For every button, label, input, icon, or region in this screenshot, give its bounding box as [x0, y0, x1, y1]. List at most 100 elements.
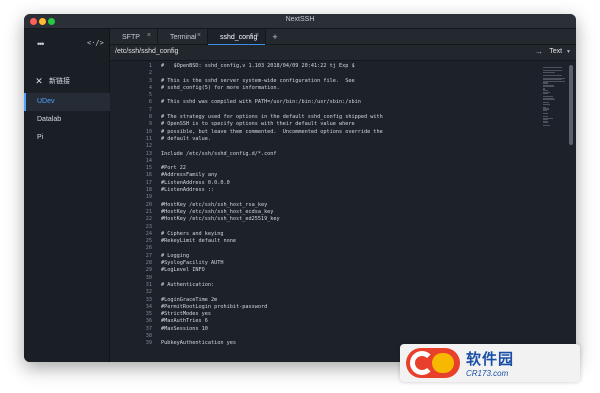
code-line[interactable]: 1 # $OpenBSD: sshd_config,v 1.103 2018/04… — [110, 63, 510, 70]
line-text: #ListenAddress :: — [161, 187, 215, 194]
line-number: 24 — [145, 230, 152, 237]
tab-sftp[interactable]: SFTP × — [110, 29, 158, 45]
code-line[interactable]: 14 — [110, 158, 510, 165]
app-window: NextSSH ••• <·/> ✕ 新链接 UDev Datalab Pi S… — [24, 14, 576, 362]
code-editor[interactable]: 1 # $OpenBSD: sshd_config,v 1.103 2018/04… — [110, 61, 576, 362]
code-line[interactable]: 11 # default value. — [110, 136, 510, 143]
code-line[interactable]: 31 # Authentication: — [110, 282, 510, 289]
line-number: 7 — [148, 106, 152, 113]
line-number: 25 — [145, 238, 152, 245]
code-line[interactable]: 15 #Port 22 — [110, 165, 510, 172]
code-line[interactable]: 2 — [110, 70, 510, 77]
close-icon[interactable]: × — [197, 32, 201, 39]
code-line[interactable]: 19 — [110, 194, 510, 201]
code-line[interactable]: 37 #MaxSessions 10 — [110, 326, 510, 333]
scrollbar-thumb[interactable] — [569, 65, 573, 145]
line-text: # OpenSSH is to specify options with the… — [161, 121, 355, 128]
line-text: #HostKey /etc/ssh/ssh_host_ecdsa_key — [161, 208, 274, 215]
line-text: # The strategy used for options in the d… — [161, 114, 383, 121]
more-icon[interactable]: ••• — [37, 39, 45, 49]
line-text: #HostKey /etc/ssh/ssh_host_rsa_key — [161, 201, 268, 208]
minimap[interactable] — [543, 67, 565, 142]
minimap-row — [543, 125, 550, 127]
code-line[interactable]: 24 # Ciphers and keying — [110, 231, 510, 238]
minimap-row — [543, 93, 548, 95]
code-line[interactable]: 10 # possible, but leave them commented. … — [110, 129, 510, 136]
code-line[interactable]: 30 — [110, 275, 510, 282]
path-bar: /etc/ssh/sshd_config → Text ▼ — [110, 45, 576, 61]
code-line[interactable]: 9 # OpenSSH is to specify options with th… — [110, 121, 510, 128]
watermark-url: CR173.com — [466, 369, 509, 378]
line-number: 32 — [145, 289, 152, 296]
line-text: # This sshd was compiled with PATH=/usr/… — [161, 99, 361, 106]
line-number: 34 — [145, 303, 152, 310]
watermark-icon — [406, 348, 460, 378]
line-number: 31 — [145, 281, 152, 288]
line-number: 33 — [145, 296, 152, 303]
line-number: 19 — [145, 194, 152, 201]
watermark-logo: 软件园 CR173.com — [400, 344, 580, 382]
code-line[interactable]: 3 # This is the sshd server system-wide c… — [110, 78, 510, 85]
code-line[interactable]: 36 #MaxAuthTries 6 — [110, 318, 510, 325]
minimap-row — [543, 71, 555, 73]
code-line[interactable]: 35 #StrictModes yes — [110, 311, 510, 318]
code-line[interactable]: 21 #HostKey /etc/ssh/ssh_host_ecdsa_key — [110, 209, 510, 216]
line-text: #SyslogFacility AUTH — [161, 260, 224, 267]
syntax-mode-label: Text — [549, 48, 563, 55]
new-connection-button[interactable]: ✕ 新链接 — [35, 75, 70, 87]
tab-terminal[interactable]: Terminal × — [158, 29, 208, 45]
code-line[interactable]: 16 #AddressFamily any — [110, 172, 510, 179]
tab-sshd-config[interactable]: sshd_config × — [208, 29, 266, 46]
code-line[interactable]: 5 — [110, 92, 510, 99]
code-line[interactable]: 32 — [110, 289, 510, 296]
line-text: #ListenAddress 0.0.0.0 — [161, 179, 230, 186]
code-line[interactable]: 6 # This sshd was compiled with PATH=/usr… — [110, 99, 510, 106]
line-text: #MaxAuthTries 6 — [161, 318, 208, 325]
code-line[interactable]: 17 #ListenAddress 0.0.0.0 — [110, 180, 510, 187]
line-text: #Port 22 — [161, 165, 186, 172]
code-line[interactable]: 20 #HostKey /etc/ssh/ssh_host_rsa_key — [110, 202, 510, 209]
line-number: 29 — [145, 267, 152, 274]
code-line[interactable]: 27 # Logging — [110, 253, 510, 260]
code-icon[interactable]: <·/> — [87, 39, 104, 47]
line-text: #StrictModes yes — [161, 311, 211, 318]
code-line[interactable]: 18 #ListenAddress :: — [110, 187, 510, 194]
close-icon[interactable]: × — [147, 32, 151, 39]
code-line[interactable]: 25 #RekeyLimit default none — [110, 238, 510, 245]
minimap-row — [543, 82, 548, 84]
add-tab-button[interactable]: + — [266, 29, 284, 45]
code-line[interactable]: 29 #LogLevel INFO — [110, 267, 510, 274]
code-line[interactable]: 33 #LoginGraceTime 2m — [110, 297, 510, 304]
code-line[interactable]: 22 #HostKey /etc/ssh/ssh_host_ed25519_key — [110, 216, 510, 223]
line-text: # $OpenBSD: sshd_config,v 1.103 2018/04/… — [161, 63, 355, 69]
code-line[interactable]: 34 #PermitRootLogin prohibit-password — [110, 304, 510, 311]
code-line[interactable]: 23 — [110, 224, 510, 231]
connect-icon: ✕ — [35, 75, 43, 86]
code-line[interactable]: 8 # The strategy used for options in the … — [110, 114, 510, 121]
code-line[interactable]: 26 — [110, 245, 510, 252]
line-text: #LoginGraceTime 2m — [161, 296, 218, 303]
line-number: 16 — [145, 172, 152, 179]
minimap-row — [543, 109, 547, 112]
path-input[interactable]: /etc/ssh/sshd_config — [115, 48, 178, 55]
code-line[interactable]: 38 — [110, 333, 510, 340]
line-number: 18 — [145, 187, 152, 194]
sidebar-item-datalab[interactable]: Datalab — [24, 111, 110, 129]
code-line[interactable]: 4 # sshd_config(5) for more information. — [110, 85, 510, 92]
line-number: 17 — [145, 179, 152, 186]
chevron-down-icon: ▼ — [566, 49, 571, 55]
code-line[interactable]: 12 — [110, 143, 510, 150]
line-number: 1 — [148, 63, 152, 69]
line-number: 22 — [145, 216, 152, 223]
go-arrow-icon[interactable]: → — [535, 47, 543, 56]
sidebar-item-udev[interactable]: UDev — [24, 93, 110, 111]
close-icon[interactable]: × — [255, 32, 259, 39]
code-line[interactable]: 7 — [110, 107, 510, 114]
syntax-mode-select[interactable]: Text ▼ — [549, 48, 571, 57]
minimap-row — [543, 67, 562, 69]
code-line[interactable]: 13 Include /etc/ssh/sshd_config.d/*.conf — [110, 151, 510, 158]
line-number: 3 — [148, 77, 152, 84]
title-bar: NextSSH — [24, 14, 576, 29]
sidebar-item-pi[interactable]: Pi — [24, 129, 110, 147]
code-line[interactable]: 28 #SyslogFacility AUTH — [110, 260, 510, 267]
